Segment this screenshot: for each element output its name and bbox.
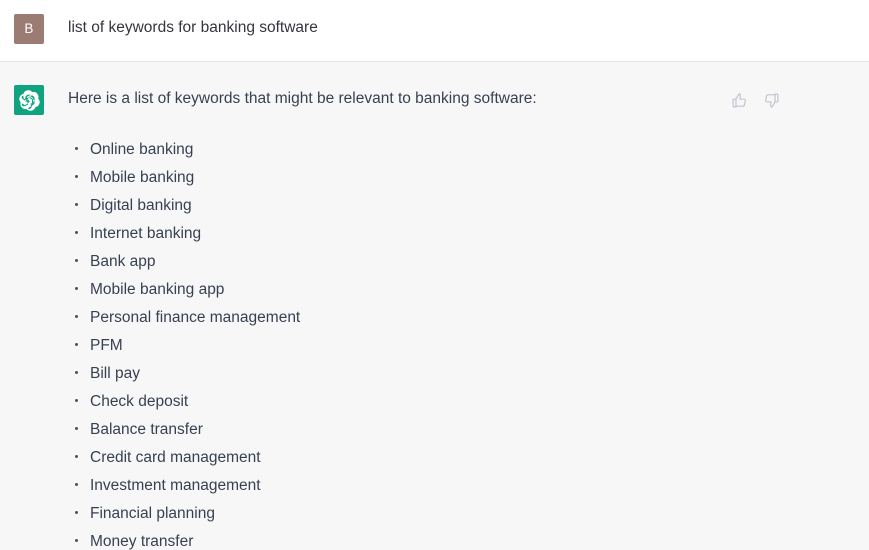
user-message-body: list of keywords for banking software [44, 14, 869, 39]
assistant-message-body: Here is a list of keywords that might be… [44, 85, 869, 550]
keyword-list: Online banking Mobile banking Digital ba… [68, 136, 855, 550]
bullet-icon [75, 259, 78, 262]
list-item-label: Money transfer [90, 533, 194, 550]
list-item: Personal finance management [68, 304, 855, 332]
list-item-label: Online banking [90, 141, 194, 158]
list-item-label: Mobile banking [90, 169, 195, 186]
list-item-label: Mobile banking app [90, 281, 225, 298]
feedback-controls [729, 90, 781, 110]
list-item-label: Bank app [90, 253, 156, 270]
list-item: Bank app [68, 248, 855, 276]
list-item: Credit card management [68, 444, 855, 472]
list-item: Mobile banking app [68, 276, 855, 304]
list-item: Money transfer [68, 528, 855, 550]
bullet-icon [75, 287, 78, 290]
bullet-icon [75, 231, 78, 234]
bullet-icon [75, 147, 78, 150]
bullet-icon [75, 203, 78, 206]
bullet-icon [75, 315, 78, 318]
thumbs-up-icon [732, 92, 746, 107]
bullet-icon [75, 455, 78, 458]
list-item: Mobile banking [68, 164, 855, 192]
bullet-icon [75, 371, 78, 374]
list-item-label: Credit card management [90, 449, 261, 466]
list-item-label: Balance transfer [90, 421, 203, 438]
list-item: Bill pay [68, 360, 855, 388]
user-avatar-initial: B [24, 21, 34, 37]
list-item: Digital banking [68, 192, 855, 220]
openai-logo-icon [14, 85, 44, 115]
list-item: PFM [68, 332, 855, 360]
bullet-icon [75, 399, 78, 402]
list-item-label: Digital banking [90, 197, 192, 214]
bullet-icon [75, 539, 78, 542]
list-item: Balance transfer [68, 416, 855, 444]
thumbs-down-icon [764, 93, 778, 108]
thumbs-up-button[interactable] [729, 90, 749, 110]
list-item: Internet banking [68, 220, 855, 248]
bullet-icon [75, 483, 78, 486]
assistant-message-row: Here is a list of keywords that might be… [0, 62, 869, 550]
bullet-icon [75, 175, 78, 178]
list-item: Check deposit [68, 388, 855, 416]
list-item-label: Investment management [90, 477, 261, 494]
list-item-label: Internet banking [90, 225, 202, 242]
list-item-label: Bill pay [90, 365, 140, 382]
list-item: Investment management [68, 472, 855, 500]
list-item: Financial planning [68, 500, 855, 528]
list-item-label: PFM [90, 337, 123, 354]
user-message-text: list of keywords for banking software [68, 19, 318, 36]
list-item: Online banking [68, 136, 855, 164]
list-item-label: Personal finance management [90, 309, 301, 326]
list-item-label: Check deposit [90, 393, 189, 410]
bullet-icon [75, 511, 78, 514]
list-item-label: Financial planning [90, 505, 215, 522]
user-message-row: B list of keywords for banking software [0, 0, 869, 62]
user-avatar: B [14, 14, 44, 44]
conversation-thread: B list of keywords for banking software … [0, 0, 869, 550]
thumbs-down-button[interactable] [761, 90, 781, 110]
bullet-icon [75, 427, 78, 430]
bullet-icon [75, 343, 78, 346]
